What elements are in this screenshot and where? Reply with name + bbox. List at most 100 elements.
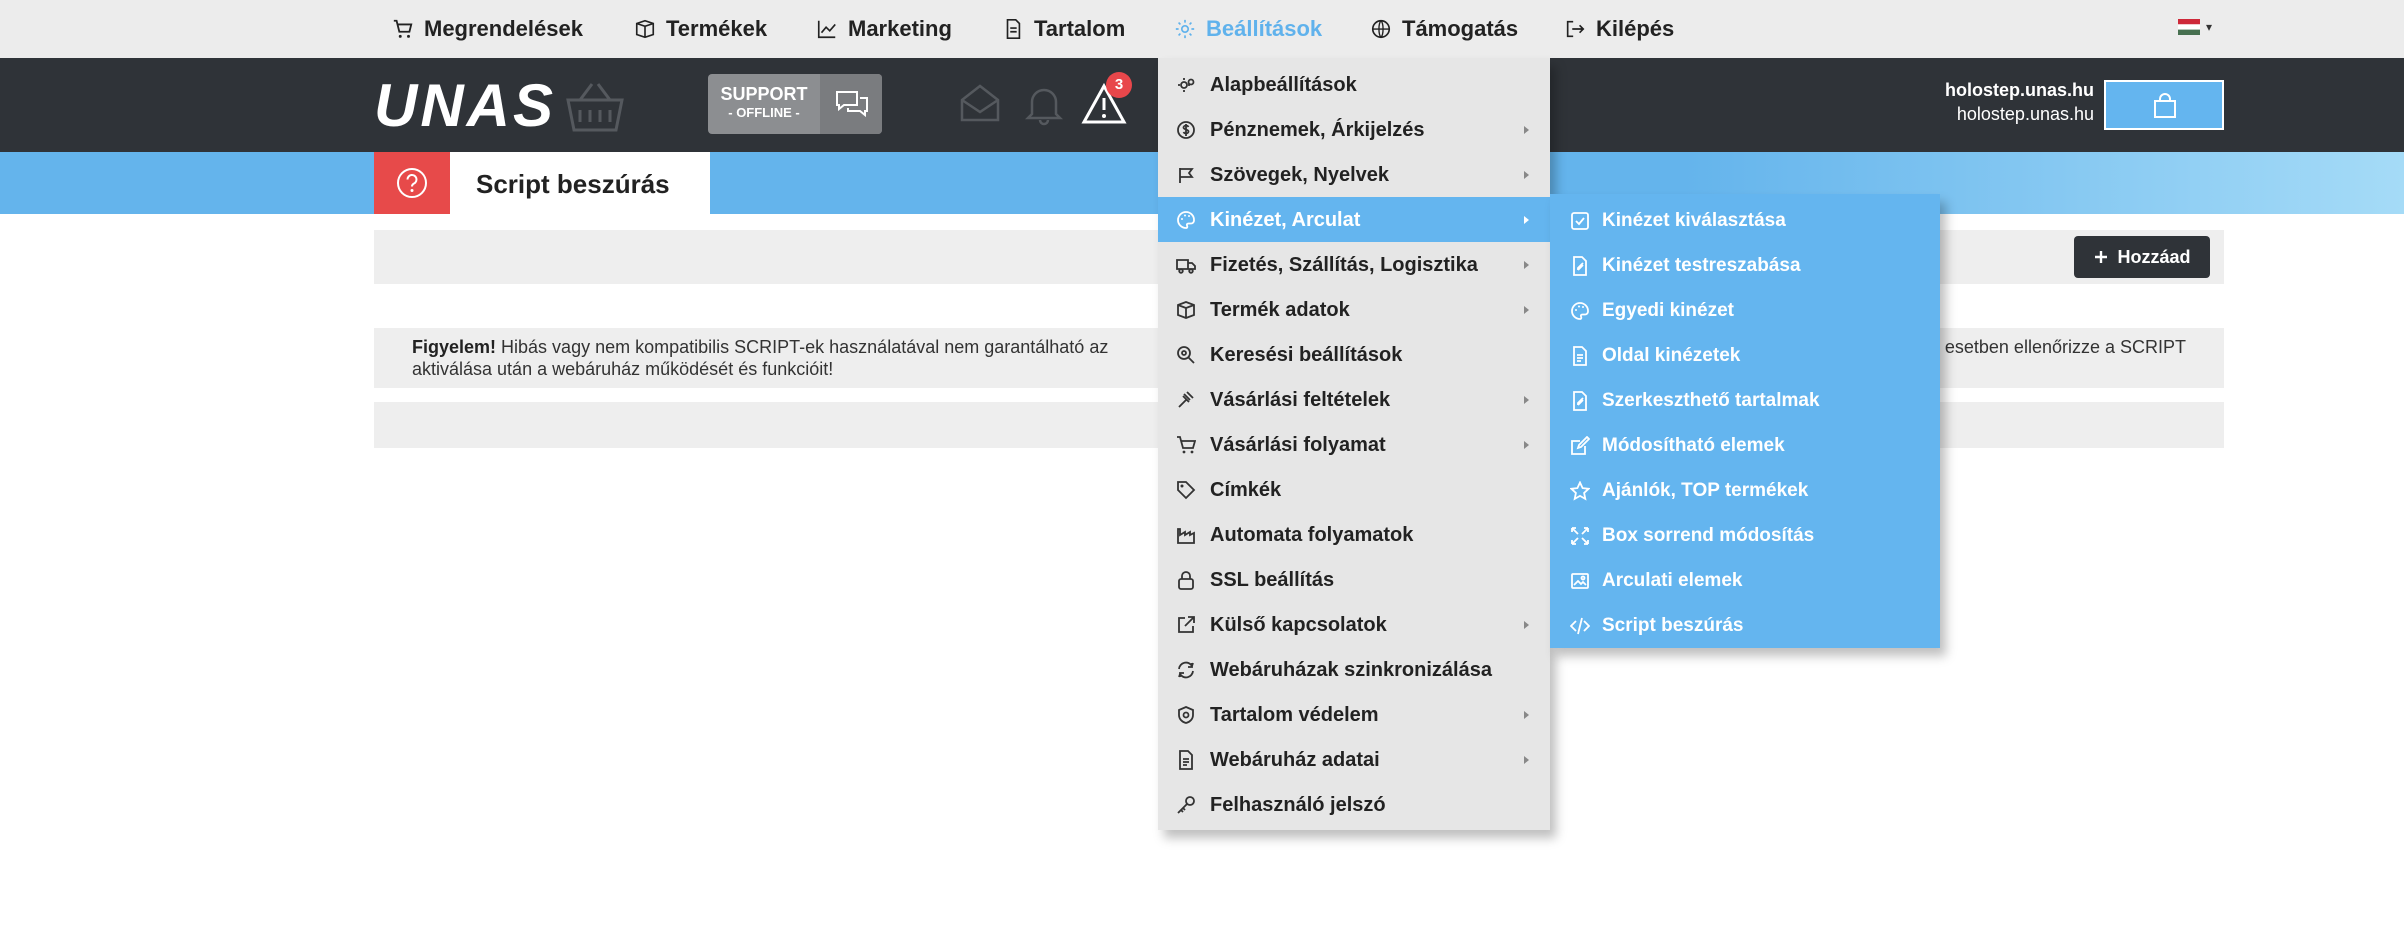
settings-menu-item-fizetes-szallitas-logisztika[interactable]: Fizetés, Szállítás, Logisztika bbox=[1158, 242, 1550, 287]
bell-icon[interactable] bbox=[1024, 82, 1064, 126]
palette-icon bbox=[1176, 210, 1196, 230]
shop-domain-secondary[interactable]: holostep.unas.hu bbox=[1840, 104, 2094, 125]
settings-menu-item-label: Felhasználó jelszó bbox=[1210, 794, 1386, 816]
notice-strong: Figyelem! bbox=[412, 337, 497, 357]
language-dropdown-caret-icon[interactable]: ▾ bbox=[2206, 20, 2212, 34]
settings-menu-item-vasarlasi-feltetelek[interactable]: Vásárlási feltételek bbox=[1158, 377, 1550, 422]
submenu-item-oldal-kinezetek[interactable]: Oldal kinézetek bbox=[1550, 333, 1940, 378]
chevron-right-icon bbox=[1520, 300, 1534, 320]
support-chat-button[interactable]: SUPPORT - OFFLINE - bbox=[708, 74, 882, 134]
document-icon bbox=[1570, 346, 1590, 366]
submenu-item-arculati-elemek[interactable]: Arculati elemek bbox=[1550, 558, 1940, 603]
chevron-right-icon bbox=[1520, 435, 1534, 455]
shop-open-button[interactable] bbox=[2104, 80, 2224, 130]
settings-menu-item-label: SSL beállítás bbox=[1210, 569, 1335, 591]
settings-icon bbox=[1176, 75, 1196, 95]
submenu-item-label: Script beszúrás bbox=[1602, 615, 1744, 636]
submenu-item-kinezet-kivalasztasa[interactable]: Kinézet kiválasztása bbox=[1550, 198, 1940, 243]
cart-icon bbox=[393, 19, 413, 38]
alert-count-badge: 3 bbox=[1106, 72, 1132, 98]
flag-icon bbox=[1176, 165, 1196, 185]
submenu-item-label: Módosítható elemek bbox=[1602, 435, 1785, 456]
submenu-item-label: Ajánlók, TOP termékek bbox=[1602, 480, 1809, 501]
settings-menu-item-label: Tartalom védelem bbox=[1210, 704, 1379, 726]
mail-icon[interactable] bbox=[958, 82, 1002, 124]
nav-settings[interactable]: Beállítások bbox=[1174, 0, 1322, 58]
settings-menu-item-felhasznalo-jelszo[interactable]: Felhasználó jelszó bbox=[1158, 782, 1550, 827]
gear-icon bbox=[1175, 19, 1195, 39]
settings-menu-item-webaruhaz-adatai[interactable]: Webáruház adatai bbox=[1158, 737, 1550, 782]
shield-icon bbox=[1176, 705, 1196, 725]
settings-menu-item-label: Vásárlási feltételek bbox=[1210, 389, 1391, 411]
settings-menu-item-szovegek-nyelvek[interactable]: Szövegek, Nyelvek bbox=[1158, 152, 1550, 197]
nav-content[interactable]: Tartalom bbox=[1002, 0, 1125, 58]
nav-products-label: Termékek bbox=[666, 16, 768, 41]
submenu-item-box-sorrend-modositas[interactable]: Box sorrend módosítás bbox=[1550, 513, 1940, 558]
tag-icon bbox=[1176, 480, 1196, 500]
submenu-item-modosithato-elemek[interactable]: Módosítható elemek bbox=[1550, 423, 1940, 468]
settings-menu-item-label: Alapbeállítások bbox=[1210, 74, 1357, 96]
lock-icon bbox=[1176, 570, 1196, 590]
submenu-item-ajanlok-top-termekek[interactable]: Ajánlók, TOP termékek bbox=[1550, 468, 1940, 513]
box-icon bbox=[1176, 300, 1196, 320]
cart-icon bbox=[1176, 435, 1196, 455]
settings-menu-item-label: Termék adatok bbox=[1210, 299, 1350, 321]
page-title: Script beszúrás bbox=[476, 169, 670, 199]
chevron-right-icon bbox=[1520, 210, 1534, 230]
top-navigation: Megrendelések Termékek Marketing Tartalo… bbox=[0, 0, 2404, 58]
settings-menu-item-penznemek-arkijelzes[interactable]: Pénznemek, Árkijelzés bbox=[1158, 107, 1550, 152]
settings-menu-item-vasarlasi-folyamat[interactable]: Vásárlási folyamat bbox=[1158, 422, 1550, 467]
add-button[interactable]: Hozzáad bbox=[2074, 236, 2210, 278]
nav-orders[interactable]: Megrendelések bbox=[392, 0, 583, 58]
question-icon bbox=[397, 168, 427, 198]
nav-marketing[interactable]: Marketing bbox=[816, 0, 952, 58]
submenu-item-label: Szerkeszthető tartalmak bbox=[1602, 390, 1820, 411]
help-button[interactable] bbox=[374, 152, 450, 214]
document-icon bbox=[1006, 19, 1021, 39]
settings-menu-item-kulso-kapcsolatok[interactable]: Külső kapcsolatok bbox=[1158, 602, 1550, 647]
chevron-right-icon bbox=[1520, 750, 1534, 770]
truck-icon bbox=[1176, 255, 1196, 275]
chevron-right-icon bbox=[1520, 120, 1534, 140]
submenu-item-label: Arculati elemek bbox=[1602, 570, 1743, 591]
factory-icon bbox=[1176, 525, 1196, 545]
settings-menu-item-tartalom-vedelem[interactable]: Tartalom védelem bbox=[1158, 692, 1550, 737]
shop-domain: holostep.unas.hu bbox=[1944, 80, 2094, 100]
chevron-right-icon bbox=[1520, 615, 1534, 635]
box-icon bbox=[635, 19, 655, 39]
settings-menu-item-termek-adatok[interactable]: Termék adatok bbox=[1158, 287, 1550, 332]
submenu-item-egyedi-kinezet[interactable]: Egyedi kinézet bbox=[1550, 288, 1940, 333]
shopping-bag-icon bbox=[2154, 93, 2176, 118]
settings-menu-item-automata-folyamatok[interactable]: Automata folyamatok bbox=[1158, 512, 1550, 557]
nav-products[interactable]: Termékek bbox=[634, 0, 767, 58]
submenu-item-kinezet-testreszabasa[interactable]: Kinézet testreszabása bbox=[1550, 243, 1940, 288]
settings-menu-item-label: Automata folyamatok bbox=[1210, 524, 1414, 546]
nav-logout[interactable]: Kilépés bbox=[1564, 0, 1674, 58]
move-icon bbox=[1570, 526, 1590, 546]
settings-menu-item-cimkek[interactable]: Címkék bbox=[1158, 467, 1550, 512]
settings-dropdown-menu: Alapbeállítások Pénznemek, Árkijelzés Szöv… bbox=[1158, 58, 1550, 830]
submenu-item-label: Oldal kinézetek bbox=[1602, 345, 1741, 366]
settings-menu-item-keresesi-beallitasok[interactable]: Keresési beállítások bbox=[1158, 332, 1550, 377]
submenu-item-script-beszuras[interactable]: Script beszúrás bbox=[1550, 603, 1940, 648]
hungarian-flag-icon[interactable] bbox=[2178, 19, 2200, 35]
nav-logout-label: Kilépés bbox=[1596, 16, 1675, 41]
checkbox-icon bbox=[1570, 211, 1590, 231]
settings-menu-item-ssl-beallitas[interactable]: SSL beállítás bbox=[1158, 557, 1550, 602]
submenu-item-szerkesztheto-tartalmak[interactable]: Szerkeszthető tartalmak bbox=[1550, 378, 1940, 423]
chat-icon bbox=[836, 91, 868, 118]
logo[interactable]: UNAS bbox=[374, 76, 556, 136]
nav-support[interactable]: Támogatás bbox=[1370, 0, 1518, 58]
settings-menu-item-webaruhazak-szinkronizalasa[interactable]: Webáruházak szinkronizálása bbox=[1158, 647, 1550, 692]
settings-menu-item-kinezet-arculat[interactable]: Kinézet, Arculat bbox=[1158, 197, 1550, 242]
page-title-box: Script beszúrás bbox=[450, 152, 710, 214]
nav-content-label: Tartalom bbox=[1034, 16, 1126, 41]
external-link-icon bbox=[1176, 615, 1196, 635]
edit-icon bbox=[1570, 436, 1590, 456]
chevron-right-icon bbox=[1520, 705, 1534, 725]
settings-menu-item-alapbeallitasok[interactable]: Alapbeállítások bbox=[1158, 62, 1550, 107]
document-icon bbox=[1176, 750, 1196, 770]
appearance-submenu: Kinézet kiválasztása Kinézet testreszabás… bbox=[1550, 194, 1940, 648]
globe-icon bbox=[1371, 19, 1391, 39]
settings-menu-item-label: Vásárlási folyamat bbox=[1210, 434, 1386, 456]
